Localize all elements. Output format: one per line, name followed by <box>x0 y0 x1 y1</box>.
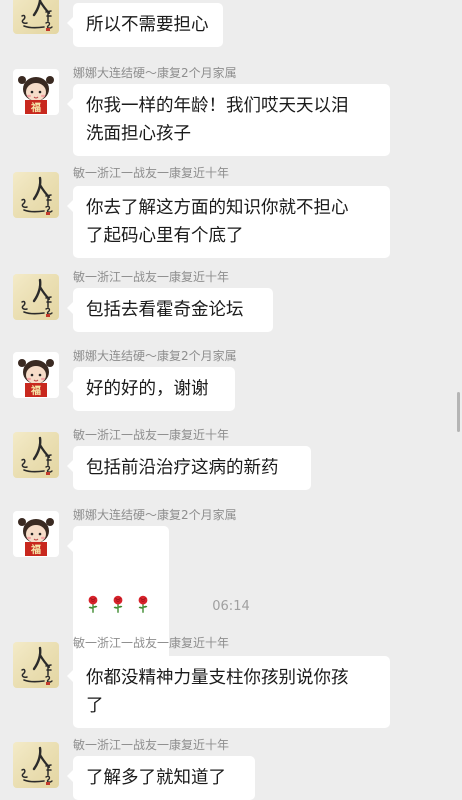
sender-name: 敏一浙江一战友一康复近十年 <box>73 428 230 442</box>
sender-name: 敏一浙江一战友一康复近十年 <box>73 738 230 752</box>
message-bubble[interactable]: 你去了解这方面的知识你就不担心 了起码心里有个底了 <box>67 186 390 258</box>
sender-name: 娜娜大连结硬～康复2个月家属 <box>73 66 237 80</box>
sender-name: 娜娜大连结硬～康复2个月家属 <box>73 508 237 522</box>
message-bubble[interactable]: 包括前沿治疗这病的新药 <box>67 446 311 490</box>
calligraphy-avatar[interactable] <box>13 274 59 320</box>
sender-name: 敏一浙江一战友一康复近十年 <box>73 270 230 284</box>
girl-avatar[interactable] <box>13 352 59 398</box>
calligraphy-avatar[interactable] <box>13 0 59 34</box>
message-bubble[interactable]: 了解多了就知道了 <box>67 756 255 800</box>
girl-avatar[interactable] <box>13 69 59 115</box>
sender-name: 敏一浙江一战友一康复近十年 <box>73 636 230 650</box>
calligraphy-avatar[interactable] <box>13 742 59 788</box>
sender-name: 娜娜大连结硬～康复2个月家属 <box>73 349 237 363</box>
message-bubble[interactable]: 你都没精神力量支柱你孩别说你孩 了 <box>67 656 390 728</box>
calligraphy-avatar[interactable] <box>13 642 59 688</box>
timestamp: 06:14 <box>212 599 250 614</box>
message-bubble[interactable]: 你我一样的年龄！我们哎天天以泪 洗面担心孩子 <box>67 84 390 156</box>
calligraphy-avatar[interactable] <box>13 432 59 478</box>
girl-avatar[interactable] <box>13 511 59 557</box>
scrollbar[interactable] <box>457 392 460 432</box>
chat-area[interactable]: 所以不需要担心 娜娜大连结硬～康复2个月家属 你我一样的年龄！我们哎天天以泪 洗… <box>0 0 462 800</box>
message-bubble[interactable]: 好的好的，谢谢 <box>67 367 235 411</box>
calligraphy-avatar[interactable] <box>13 172 59 218</box>
message-bubble[interactable]: 包括去看霍奇金论坛 <box>67 288 273 332</box>
sender-name: 敏一浙江一战友一康复近十年 <box>73 166 230 180</box>
message-bubble[interactable]: 所以不需要担心 <box>67 3 223 47</box>
